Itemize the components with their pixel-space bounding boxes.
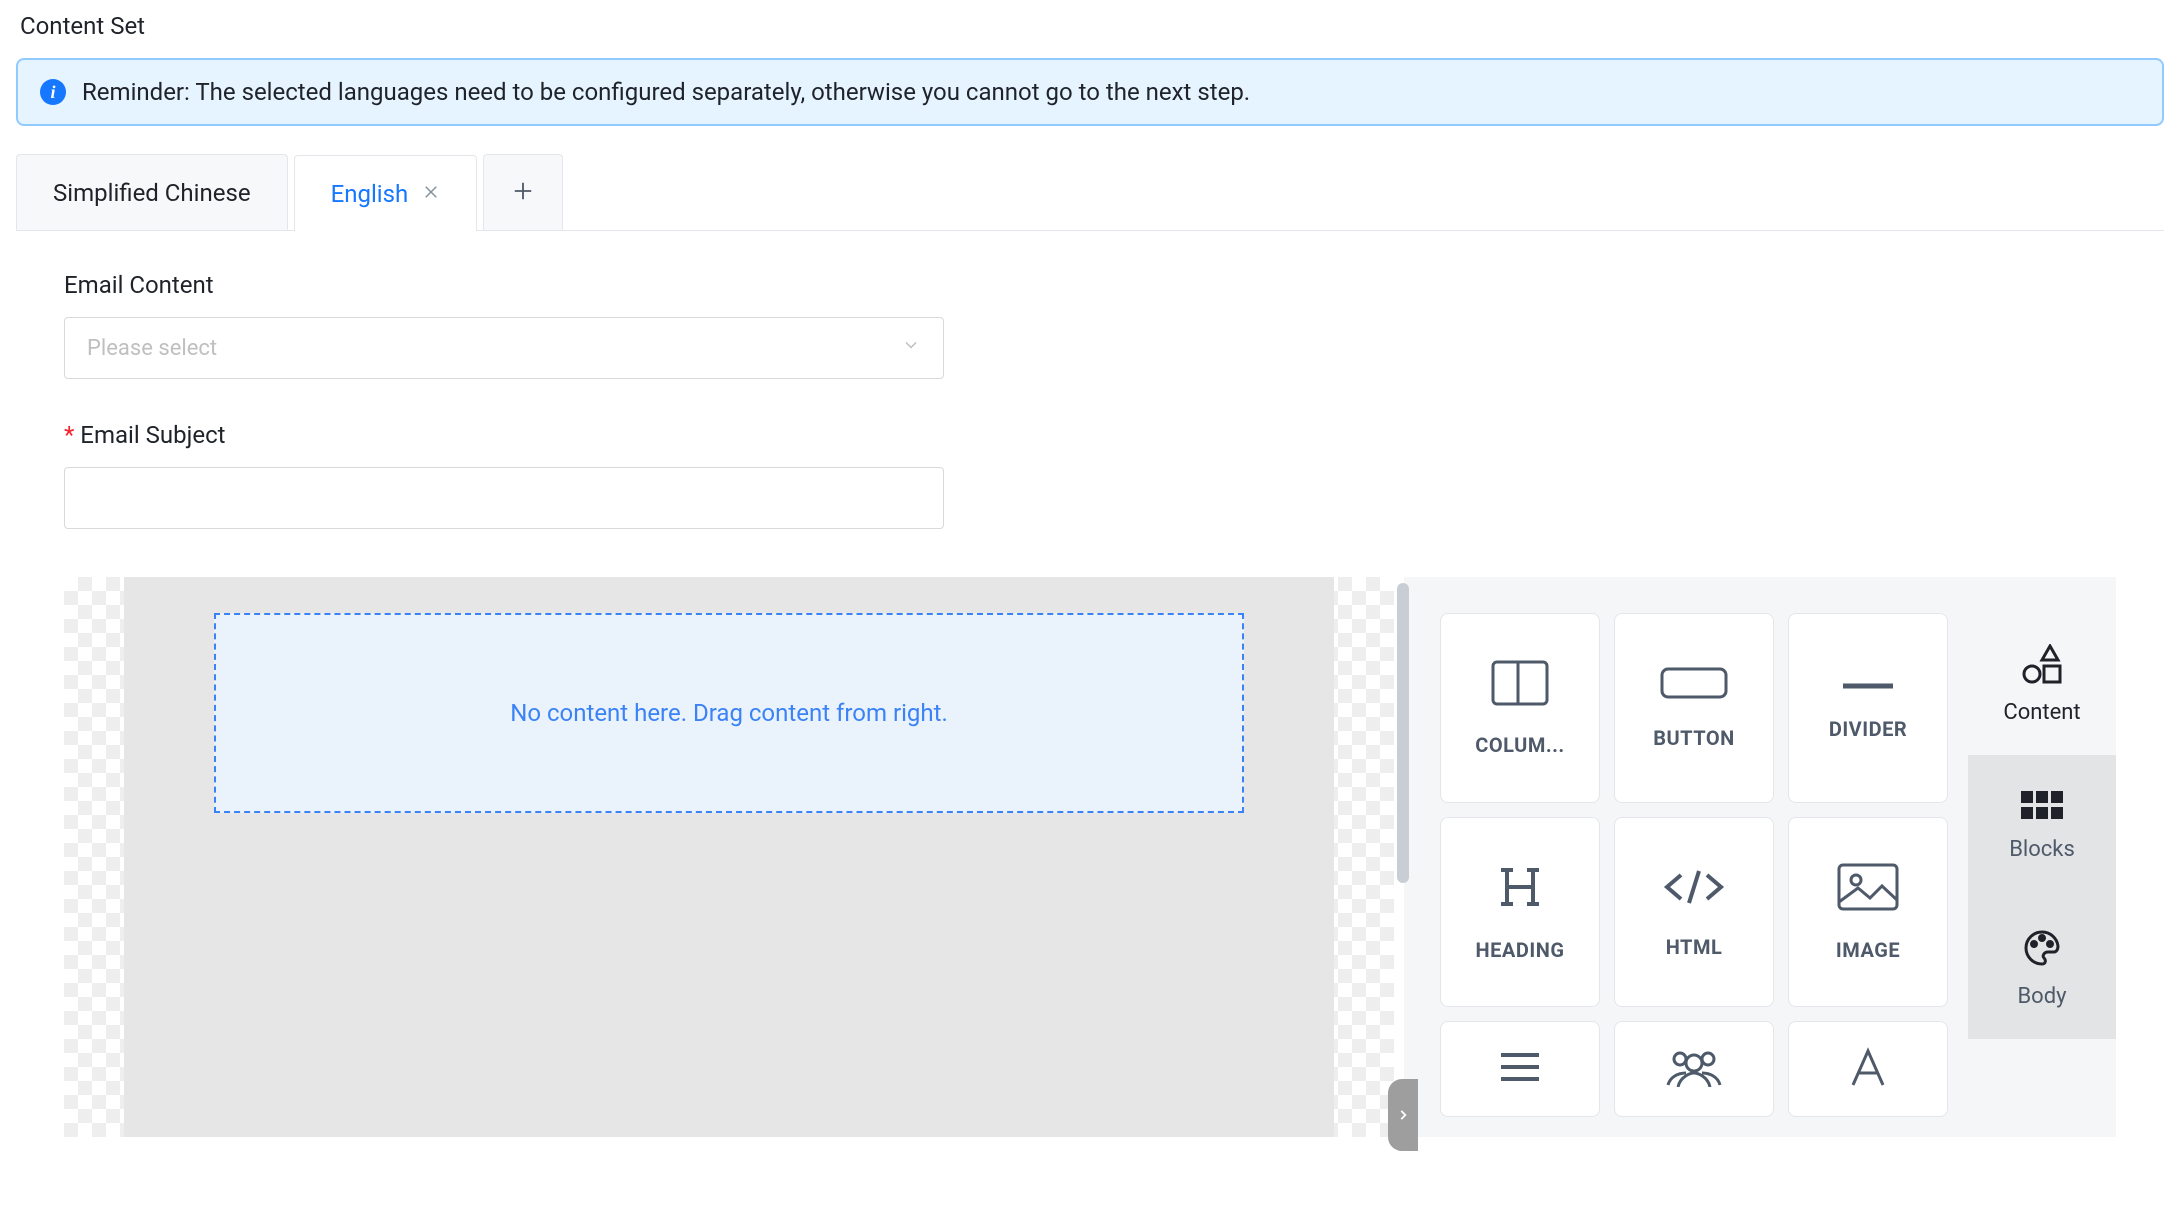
page-title: Content Set <box>20 12 2164 40</box>
grid-icon <box>2021 791 2063 827</box>
image-icon <box>1836 862 1900 916</box>
side-tab-body[interactable]: Body <box>1968 897 2116 1039</box>
side-tabs: Content <box>1968 613 2116 1137</box>
content-dropzone[interactable]: No content here. Drag content from right… <box>214 613 1244 813</box>
shapes-icon <box>2020 644 2064 690</box>
info-icon: i <box>40 79 66 105</box>
tool-button[interactable]: BUTTON <box>1614 613 1774 803</box>
tool-divider[interactable]: DIVIDER <box>1788 613 1948 803</box>
email-subject-label: Email Subject <box>64 421 2116 449</box>
button-icon <box>1659 666 1729 704</box>
editor-canvas[interactable]: No content here. Drag content from right… <box>64 577 1394 1137</box>
email-subject-input[interactable] <box>64 467 944 529</box>
tab-simplified-chinese[interactable]: Simplified Chinese <box>16 154 288 230</box>
tool-columns[interactable]: COLUM... <box>1440 613 1600 803</box>
tool-image[interactable]: IMAGE <box>1788 817 1948 1007</box>
plus-icon <box>512 175 534 210</box>
scroll-thumb[interactable] <box>1397 583 1409 883</box>
tool-html[interactable]: HTML <box>1614 817 1774 1007</box>
tool-social[interactable] <box>1614 1021 1774 1117</box>
tool-heading[interactable]: HEADING <box>1440 817 1600 1007</box>
side-tab-blocks[interactable]: Blocks <box>1968 755 2116 897</box>
reminder-alert: i Reminder: The selected languages need … <box>16 58 2164 126</box>
dropzone-text: No content here. Drag content from right… <box>510 699 948 727</box>
text-icon <box>1843 1045 1893 1093</box>
canvas-inner: No content here. Drag content from right… <box>124 577 1334 1137</box>
tool-label: HEADING <box>1476 938 1565 962</box>
side-tab-label: Content <box>2003 700 2080 725</box>
tool-menu[interactable] <box>1440 1021 1600 1117</box>
divider-icon <box>1840 676 1896 695</box>
email-content-select[interactable]: Please select <box>64 317 944 379</box>
side-tab-content[interactable]: Content <box>1968 613 2116 755</box>
reminder-text: Reminder: The selected languages need to… <box>82 78 1250 106</box>
select-placeholder: Please select <box>87 336 217 361</box>
tab-english[interactable]: English <box>294 155 478 231</box>
tab-label: English <box>331 180 409 208</box>
chevron-right-icon <box>1396 1105 1410 1125</box>
tool-label: HTML <box>1666 935 1723 959</box>
tab-label: Simplified Chinese <box>53 179 251 207</box>
tool-label: IMAGE <box>1836 938 1900 962</box>
tool-text[interactable] <box>1788 1021 1948 1117</box>
html-icon <box>1661 865 1727 913</box>
palette-icon <box>2022 928 2062 974</box>
columns-icon <box>1490 659 1550 711</box>
language-tabs: Simplified Chinese English <box>16 154 2164 231</box>
tools-grid: COLUM... BUTTON <box>1440 613 1948 1137</box>
tool-label: BUTTON <box>1653 726 1735 750</box>
tool-label: COLUM... <box>1475 733 1564 757</box>
side-tab-label: Blocks <box>2009 837 2075 862</box>
email-content-label: Email Content <box>64 271 2116 299</box>
chevron-down-icon <box>901 335 921 361</box>
menu-icon <box>1495 1047 1545 1091</box>
email-editor: No content here. Drag content from right… <box>64 577 2116 1137</box>
panel-collapse-handle[interactable] <box>1388 1079 1418 1151</box>
tools-panel: COLUM... BUTTON <box>1404 577 2116 1137</box>
heading-icon <box>1495 862 1545 916</box>
side-tab-label: Body <box>2017 984 2066 1009</box>
canvas-scrollbar[interactable] <box>1394 577 1404 1137</box>
add-language-button[interactable] <box>483 154 563 230</box>
people-icon <box>1662 1047 1726 1091</box>
close-icon[interactable] <box>422 183 440 204</box>
tool-label: DIVIDER <box>1829 717 1907 741</box>
